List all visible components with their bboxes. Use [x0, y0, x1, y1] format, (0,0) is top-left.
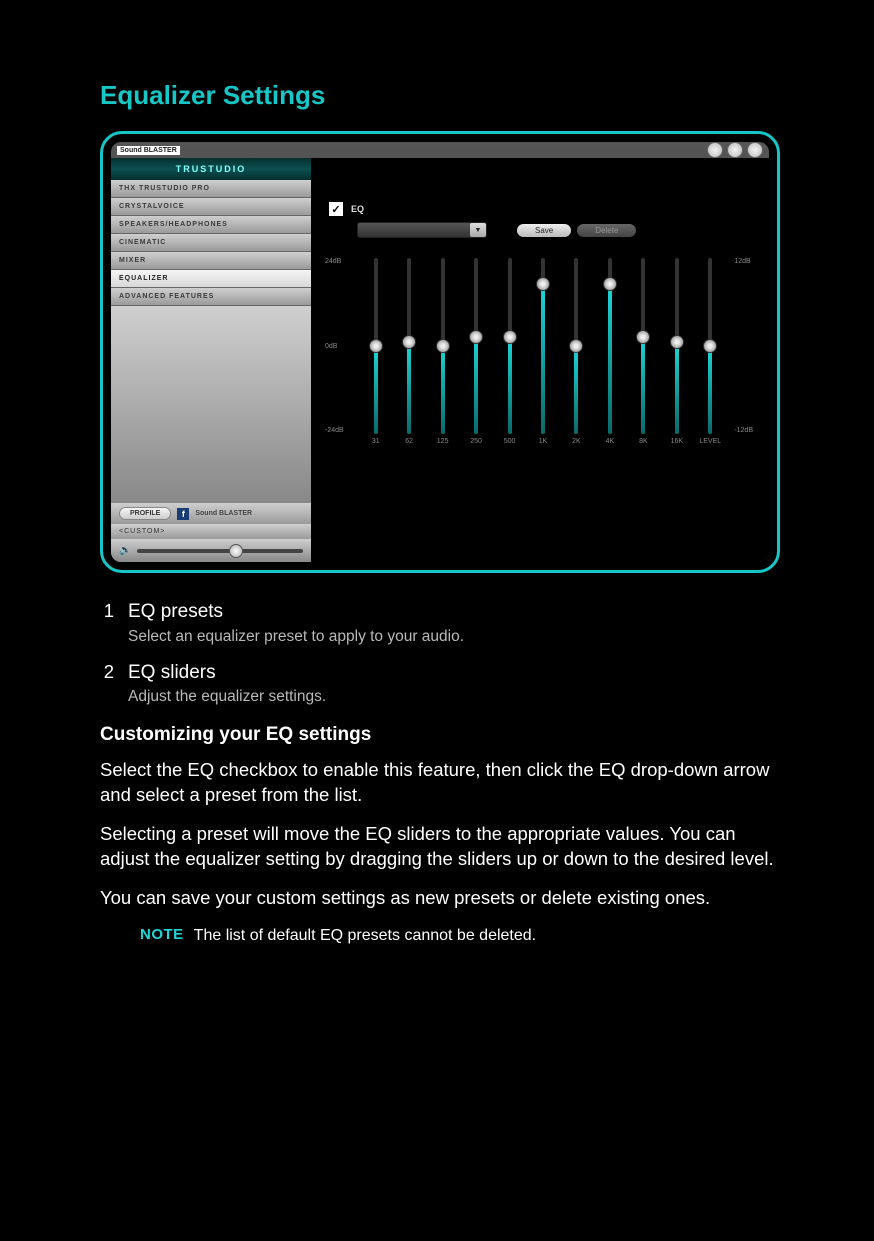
profile-button[interactable]: PROFILE: [119, 507, 171, 520]
volume-slider[interactable]: [137, 549, 303, 553]
titlebar: Sound BLASTER: [111, 142, 769, 158]
slider-freq-label: 62: [405, 438, 413, 445]
db-labels-left: 24dB 0dB -24dB: [325, 258, 344, 448]
save-button[interactable]: Save: [517, 224, 571, 237]
slider-freq-label: 16K: [671, 438, 683, 445]
paragraph: You can save your custom settings as new…: [100, 886, 774, 911]
app-logo: Sound BLASTER: [117, 146, 180, 155]
eq-slider-250[interactable]: 250: [464, 258, 488, 448]
slider-freq-label: 2K: [572, 438, 581, 445]
volume-row: 🔊: [111, 539, 311, 562]
list-item: 1 EQ presetsSelect an equalizer preset to…: [100, 599, 774, 648]
eq-slider-1k[interactable]: 1K: [531, 258, 555, 448]
brand-tab: TRUSTUDIO: [111, 158, 311, 180]
eq-checkbox[interactable]: ✓: [329, 202, 343, 216]
custom-label[interactable]: <CUSTOM>: [111, 524, 311, 539]
speaker-icon[interactable]: 🔊: [119, 545, 131, 556]
slider-freq-label: 1K: [539, 438, 548, 445]
sidebar-item-equalizer[interactable]: EQUALIZER: [111, 270, 311, 288]
eq-slider-8k[interactable]: 8K: [631, 258, 655, 448]
sidebar: TRUSTUDIO THX TRUSTUDIO PROCRYSTALVOICES…: [111, 158, 311, 562]
eq-slider-500[interactable]: 500: [498, 258, 522, 448]
slider-freq-label: 125: [437, 438, 449, 445]
item-desc: Adjust the equalizer settings.: [128, 687, 774, 708]
paragraph: Selecting a preset will move the EQ slid…: [100, 822, 774, 872]
profile-row: PROFILE f Sound BLASTER: [111, 503, 311, 524]
item-title: EQ sliders: [128, 660, 774, 686]
eq-slider-125[interactable]: 125: [431, 258, 455, 448]
db-labels-right: 12dB 0 -12dB: [734, 258, 753, 448]
list-item: 2 EQ slidersAdjust the equalizer settings…: [100, 660, 774, 709]
help-button[interactable]: [707, 142, 723, 158]
delete-button[interactable]: Delete: [577, 224, 636, 237]
slider-freq-label: 500: [504, 438, 516, 445]
slider-freq-label: 31: [372, 438, 380, 445]
paragraph: Select the EQ checkbox to enable this fe…: [100, 758, 774, 808]
main-pane: ✓ EQ ▼ Save Delete 24dB 0dB -24: [311, 158, 769, 562]
eq-slider-level[interactable]: LEVEL: [698, 258, 722, 448]
app-window: Sound BLASTER TRUSTUDIO THX TRUSTUDIO PR…: [111, 142, 769, 562]
eq-sliders: 24dB 0dB -24dB 31621252505001K2K4K8K16KL…: [329, 258, 751, 448]
page-title: Equalizer Settings: [100, 80, 774, 111]
item-desc: Select an equalizer preset to apply to y…: [128, 627, 774, 648]
eq-slider-31[interactable]: 31: [364, 258, 388, 448]
slider-freq-label: 250: [470, 438, 482, 445]
note-row: NOTE The list of default EQ presets cann…: [100, 925, 774, 947]
sidebar-item-crystalvoice[interactable]: CRYSTALVOICE: [111, 198, 311, 216]
sidebar-menu: THX TRUSTUDIO PROCRYSTALVOICESPEAKERS/HE…: [111, 180, 311, 306]
eq-slider-4k[interactable]: 4K: [598, 258, 622, 448]
eq-presets-row: ▼ Save Delete: [329, 222, 751, 238]
eq-slider-62[interactable]: 62: [397, 258, 421, 448]
sidebar-item-speakers-headphones[interactable]: SPEAKERS/HEADPHONES: [111, 216, 311, 234]
document-body: 1 EQ presetsSelect an equalizer preset to…: [100, 599, 774, 946]
note-text: The list of default EQ presets cannot be…: [194, 925, 536, 947]
eq-slider-16k[interactable]: 16K: [665, 258, 689, 448]
slider-freq-label: 8K: [639, 438, 648, 445]
eq-label: EQ: [351, 204, 364, 214]
close-button[interactable]: [747, 142, 763, 158]
chevron-down-icon[interactable]: ▼: [470, 223, 486, 237]
item-number: 1: [100, 599, 114, 648]
eq-preset-dropdown[interactable]: ▼: [357, 222, 487, 238]
note-label: NOTE: [140, 925, 184, 945]
slider-freq-label: 4K: [606, 438, 615, 445]
footer-logo: Sound BLASTER: [195, 510, 252, 517]
item-number: 2: [100, 660, 114, 709]
slider-freq-label: LEVEL: [699, 438, 721, 445]
sidebar-item-thx-trustudio-pro[interactable]: THX TRUSTUDIO PRO: [111, 180, 311, 198]
eq-slider-2k[interactable]: 2K: [564, 258, 588, 448]
facebook-icon[interactable]: f: [177, 508, 189, 520]
sidebar-item-cinematic[interactable]: CINEMATIC: [111, 234, 311, 252]
minimize-button[interactable]: [727, 142, 743, 158]
item-title: EQ presets: [128, 599, 774, 625]
screenshot-frame: Sound BLASTER TRUSTUDIO THX TRUSTUDIO PR…: [100, 131, 780, 573]
window-controls: [707, 142, 763, 158]
sidebar-item-mixer[interactable]: MIXER: [111, 252, 311, 270]
sidebar-item-advanced-features[interactable]: ADVANCED FEATURES: [111, 288, 311, 306]
subheading: Customizing your EQ settings: [100, 722, 774, 748]
